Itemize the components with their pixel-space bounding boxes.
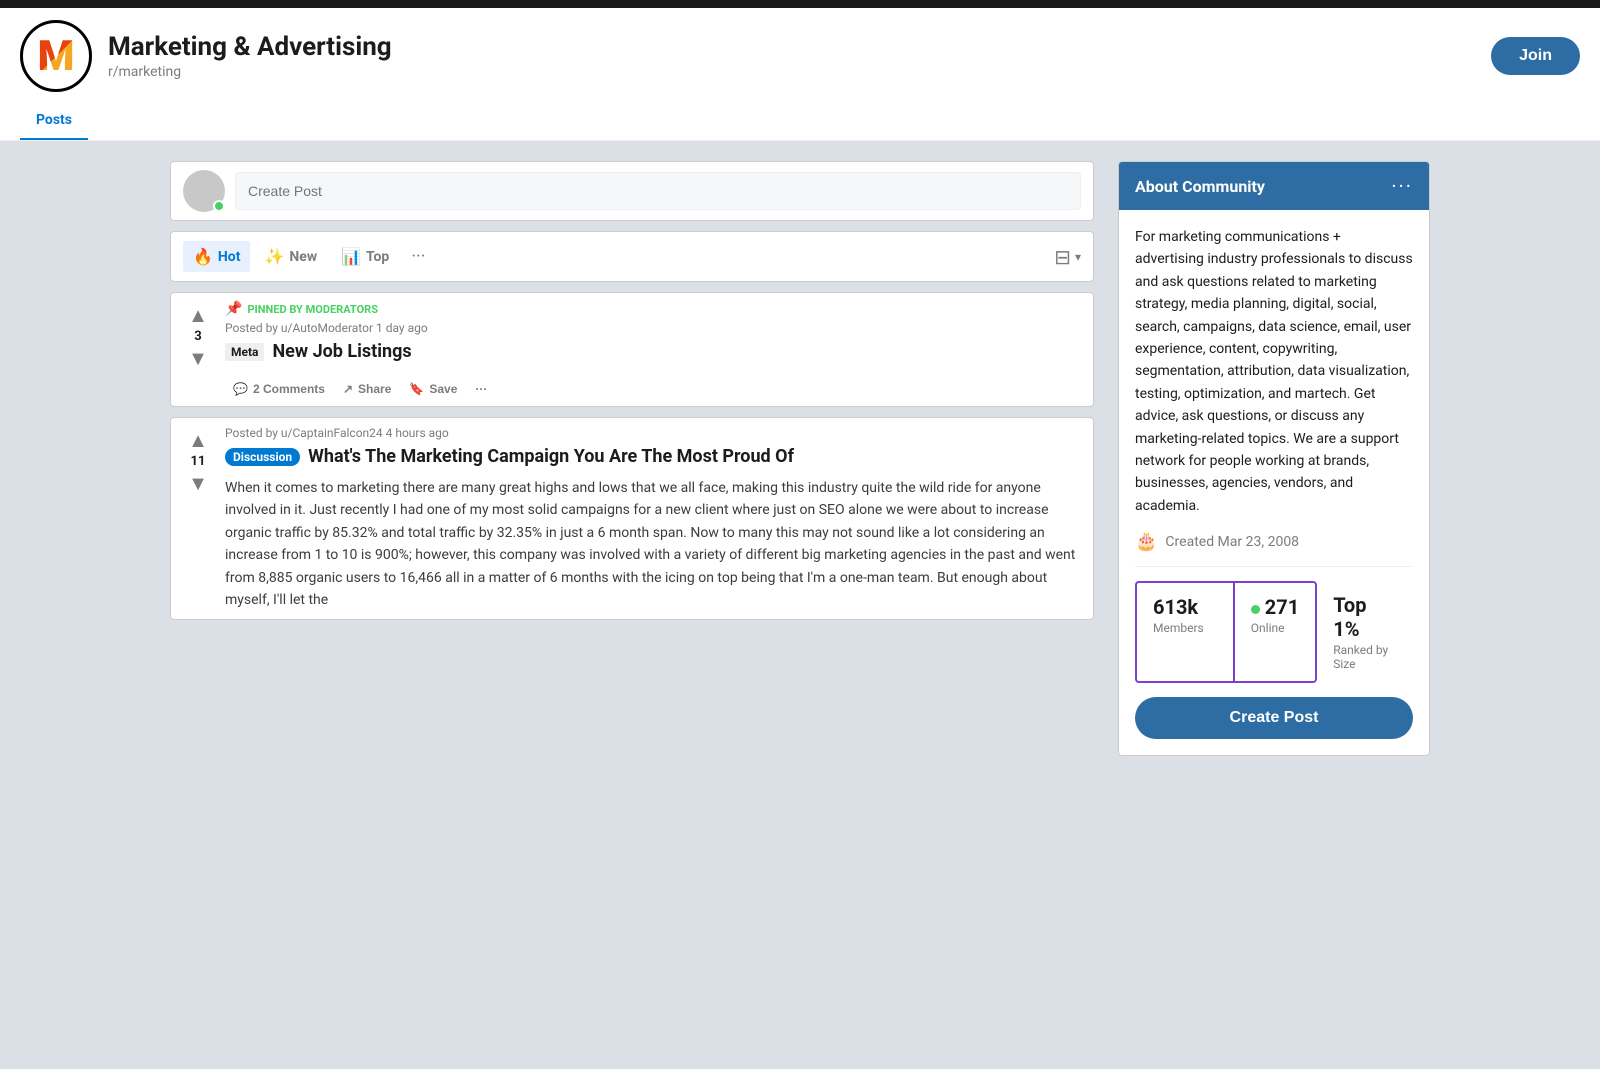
post-flair-discussion[interactable]: Discussion xyxy=(225,448,300,466)
divider xyxy=(1135,566,1413,567)
rank-label: Ranked by Size xyxy=(1333,643,1397,671)
post-title-2[interactable]: What's The Marketing Campaign You Are Th… xyxy=(308,446,794,467)
share-button[interactable]: ↗ Share xyxy=(335,376,399,402)
community-description: For marketing communications + advertisi… xyxy=(1135,226,1413,517)
post-card-2: ▲ 11 ▼ Posted by u/CaptainFalcon24 4 hou… xyxy=(170,417,1094,620)
sidebar-more-icon[interactable]: ··· xyxy=(1391,174,1413,198)
post-card: ▲ 3 ▼ 📌 PINNED BY MODERATORS Posted by u… xyxy=(170,292,1094,407)
comments-button[interactable]: 💬 2 Comments xyxy=(225,376,333,402)
about-community-card: About Community ··· For marketing commun… xyxy=(1118,161,1430,756)
downvote-arrow[interactable]: ▼ xyxy=(188,348,208,368)
sidebar-header: About Community ··· xyxy=(1119,162,1429,210)
sidebar: About Community ··· For marketing commun… xyxy=(1118,161,1430,756)
post-content: 📌 PINNED BY MODERATORS Posted by u/AutoM… xyxy=(225,301,1085,406)
sort-hot-label: Hot xyxy=(218,249,241,265)
sort-hot[interactable]: 🔥 Hot xyxy=(183,241,250,272)
rank-stat: Top 1% Ranked by Size xyxy=(1317,581,1413,683)
pinned-label: 📌 PINNED BY MODERATORS xyxy=(225,301,1085,317)
members-count: 613k xyxy=(1153,595,1217,619)
cake-icon: 🎂 xyxy=(1135,531,1157,552)
view-toggle[interactable]: ⊟ ▾ xyxy=(1054,245,1081,269)
avatar xyxy=(183,170,225,212)
subreddit-name: r/marketing xyxy=(108,64,1475,80)
view-toggle-icon: ⊟ xyxy=(1054,245,1071,269)
sort-new[interactable]: ✨ New xyxy=(254,241,327,272)
online-label: Online xyxy=(1251,621,1299,635)
save-label: Save xyxy=(429,382,457,396)
online-dot xyxy=(1251,605,1260,614)
stats-row: 613k Members 271 Online Top 1% Ranked by… xyxy=(1135,581,1413,683)
post-flair-meta[interactable]: Meta xyxy=(225,343,264,361)
sort-more-button[interactable]: ··· xyxy=(403,240,433,273)
downvote-arrow-2[interactable]: ▼ xyxy=(188,473,208,493)
post-actions: 💬 2 Comments ↗ Share 🔖 Save ··· xyxy=(225,372,1085,406)
online-stat: 271 Online xyxy=(1233,581,1317,683)
hot-icon: 🔥 xyxy=(193,247,213,266)
post-meta: Posted by u/AutoModerator 1 day ago xyxy=(225,321,1085,335)
created-label: Created Mar 23, 2008 xyxy=(1165,534,1299,550)
sort-top[interactable]: 📊 Top xyxy=(331,241,399,272)
post-body: When it comes to marketing there are man… xyxy=(225,477,1085,611)
page-title: Marketing & Advertising xyxy=(108,32,1475,62)
vote-count: 3 xyxy=(194,329,201,344)
post-meta-2: Posted by u/CaptainFalcon24 4 hours ago xyxy=(225,426,1085,440)
ellipsis-icon: ··· xyxy=(475,382,487,396)
post-more-button[interactable]: ··· xyxy=(467,376,495,402)
post-content-2: Posted by u/CaptainFalcon24 4 hours ago … xyxy=(225,426,1085,619)
bookmark-icon: 🔖 xyxy=(409,382,424,396)
comments-icon: 💬 xyxy=(233,382,248,396)
top-icon: 📊 xyxy=(341,247,361,266)
create-post-box xyxy=(170,161,1094,221)
vote-count-2: 11 xyxy=(191,454,206,469)
sort-top-label: Top xyxy=(366,249,389,265)
sidebar-create-post-button[interactable]: Create Post xyxy=(1135,697,1413,739)
subreddit-icon: M xyxy=(20,20,92,92)
share-icon: ↗ xyxy=(343,382,353,396)
about-community-title: About Community xyxy=(1135,177,1265,196)
pin-icon: 📌 xyxy=(225,301,242,317)
members-stat: 613k Members xyxy=(1135,581,1233,683)
pinned-text: PINNED BY MODERATORS xyxy=(247,303,378,316)
header: M Marketing & Advertising r/marketing Jo… xyxy=(0,8,1600,141)
post-title[interactable]: New Job Listings xyxy=(272,341,411,362)
vote-col-2: ▲ 11 ▼ xyxy=(179,426,217,493)
comments-label: 2 Comments xyxy=(253,382,325,396)
save-button[interactable]: 🔖 Save xyxy=(401,376,465,402)
vote-col: ▲ 3 ▼ xyxy=(179,301,217,368)
subreddit-icon-letter: M xyxy=(38,32,75,81)
main-feed: 🔥 Hot ✨ New 📊 Top ··· ⊟ ▾ ▲ xyxy=(170,161,1094,620)
create-post-input[interactable] xyxy=(235,172,1081,210)
chevron-down-icon: ▾ xyxy=(1075,250,1081,264)
share-label: Share xyxy=(358,382,391,396)
online-count: 271 xyxy=(1251,595,1299,619)
sort-bar: 🔥 Hot ✨ New 📊 Top ··· ⊟ ▾ xyxy=(170,231,1094,282)
tab-posts[interactable]: Posts xyxy=(20,102,88,140)
top-bar xyxy=(0,0,1600,8)
join-button[interactable]: Join xyxy=(1491,37,1580,75)
online-status-dot xyxy=(213,200,225,212)
sort-new-label: New xyxy=(289,249,317,265)
sidebar-body: For marketing communications + advertisi… xyxy=(1119,210,1429,755)
new-icon: ✨ xyxy=(264,247,284,266)
rank-value: Top 1% xyxy=(1333,593,1397,641)
upvote-arrow-2[interactable]: ▲ xyxy=(188,430,208,450)
members-label: Members xyxy=(1153,621,1217,635)
created-date: 🎂 Created Mar 23, 2008 xyxy=(1135,531,1413,552)
upvote-arrow[interactable]: ▲ xyxy=(188,305,208,325)
